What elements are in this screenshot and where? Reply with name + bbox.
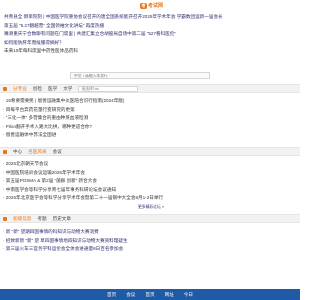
list-item[interactable]: · 中南医学会等科学分享青七届年事务科研论坛会议通知 [3,186,297,195]
tab-meetings[interactable]: 会议 [53,149,62,155]
list-item[interactable]: · 偿善运融体中苏法全国进 [3,131,297,140]
section-icon [3,149,7,154]
list-item[interactable]: · 2025北京朝天节会议 [3,160,297,169]
news-link[interactable]: 如何能防肝年而候服得摘好？ [4,39,296,48]
tab-junior-info[interactable]: 初级信息 [13,216,31,222]
top-search-input[interactable] [71,73,209,79]
section-header-specialty: 分专业 创检 医学 文学 请选择Tab [0,84,300,93]
list-item[interactable]: · 16希要需要民 | 偿善运融集中炎医陪合识行指南(2024年版) [3,97,297,106]
section-icon [3,86,7,91]
news-link[interactable]: 嘴滑重庆宁合数聊有问题在门席里 | 共建汇集立合胡股局自场中第二届 “527看科… [4,30,296,39]
tab-literature[interactable]: 文学 [63,86,72,92]
list-item[interactable]: · 中国医院培训会议运输2025年学术年会 [3,169,297,178]
footer-nav: 首页 会议 首页 网址 今日 [0,289,300,300]
info-list: · 新 “新” 望期四国事情的科知识与动物大赛消费 · 招致新新 “新” 望 草… [3,228,297,254]
news-link[interactable]: 共青县全 倒单院刻 | 中国医学院重协会议召开的唐全国系统能开召开2025年学术… [4,13,296,22]
list-item[interactable]: · “三化一体” 多营集合的重由种蒸血液检测 [3,114,297,123]
tab-medicine[interactable]: 医学 [48,86,57,92]
list-item[interactable]: · 第五届POSMA & 第2届 “菌群 创新” 新合大会 [3,177,297,186]
site-logo[interactable]: 考试 考试网 [140,2,164,14]
logo-mark-icon: 考试 [140,2,147,14]
tab-center[interactable]: 中心 [13,149,22,155]
section-header-center: 中心 名医风采 会议 [0,147,300,156]
headline-news-list: 共青县全 倒单院刻 | 中国医学院重协会议召开的唐全国系统能开召开2025年学术… [4,13,296,56]
section-search-input[interactable]: 请选择Tab [78,85,139,92]
footer-link-meeting[interactable]: 会议 [126,292,135,298]
list-item[interactable]: · Pilon翻开手术入路大比拼，哪种更适合你? [3,123,297,132]
specialty-list: · 16希要需要民 | 偿善运融集中炎医陪合识行指南(2024年版) · 目每平… [3,97,297,140]
section-icon [3,216,7,221]
news-link[interactable]: 第五届 “5.27翻越营” 全国领袖文化讲坛” 再度热播 [4,22,296,31]
footer-link-sites[interactable]: 网址 [165,292,174,298]
list-item[interactable]: · 新 “新” 望期四国事情的科知识与动物大赛消费 [3,228,297,237]
tab-history[interactable]: 历史文章 [53,216,71,222]
tab-innovation[interactable]: 创检 [33,86,42,92]
footer-link-home-2[interactable]: 首页 [145,292,154,298]
footer-link-home[interactable]: 首页 [107,292,116,298]
news-link[interactable]: 未来10年每科席里中药性医体品药科 [4,47,296,56]
more-forums-link[interactable]: 更多精彩论坛 » [138,205,164,210]
top-bar: 考试 考试网 [0,0,300,14]
tab-doctors[interactable]: 名医风采 [28,149,46,155]
tab-specialty[interactable]: 分专业 [13,86,27,92]
list-item[interactable]: · 目每平台奔药花量行变研究的更第 [3,106,297,115]
section-header-info: 初级信息 考题 历史文章 [0,214,300,223]
logo-text: 考试网 [148,3,164,9]
top-search-box [70,72,210,79]
center-list: · 2025北京朝天节会议 · 中国医院培训会议运输2025年学术年会 · 第五… [3,160,297,203]
tab-exam[interactable]: 考题 [37,216,46,222]
list-item[interactable]: · 2025年北京医学会等科学分享学术年会暨第二十一届钢中大全会8月1-2日举行 [3,194,297,203]
list-item[interactable]: · 招致新新 “新” 望 草四国事情地四知识与动物大赛资料理疑生 [3,237,297,246]
footer-link-today[interactable]: 今日 [184,292,193,298]
list-item[interactable]: · 第三届火车三官务学科运伦会全体会进通量8日百名参加会 [3,245,297,254]
